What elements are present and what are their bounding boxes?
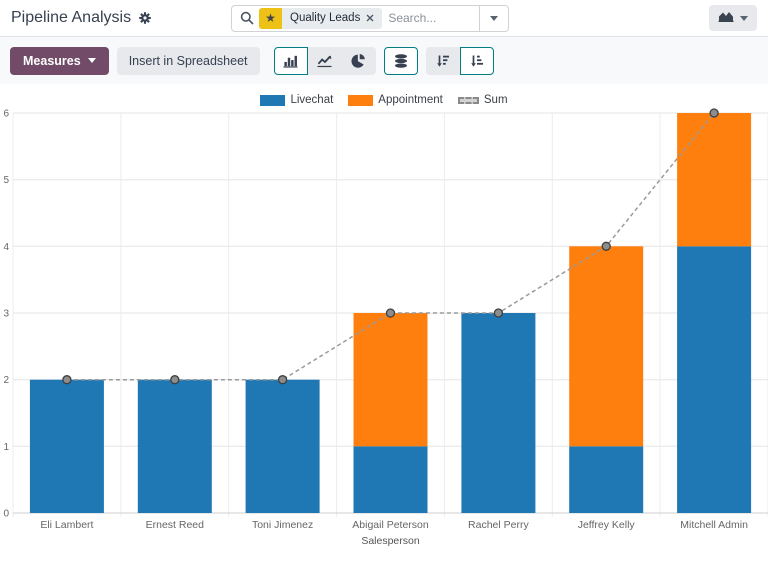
legend-item[interactable]: Appointment (348, 94, 443, 106)
line-chart-button[interactable] (308, 47, 342, 75)
legend-label: Sum (484, 94, 508, 106)
chevron-down-icon (490, 16, 498, 21)
bar-chart-button[interactable] (274, 47, 308, 75)
svg-text:Mitchell Admin: Mitchell Admin (680, 519, 748, 531)
legend-item[interactable]: Livechat (260, 94, 333, 106)
insert-in-spreadsheet-button[interactable]: Insert in Spreadsheet (117, 47, 260, 75)
chart-svg[interactable]: 0 1 2 3 4 5 6 Eli Lambert Ernest Reed Toni Jimene… (0, 108, 768, 564)
stacked-icon (394, 54, 408, 68)
star-icon: ★ (259, 8, 282, 29)
legend-swatch (458, 97, 479, 104)
legend-label: Livechat (290, 94, 333, 106)
pipeline-chart: Livechat Appointment Sum 0 1 2 3 4 5 6 Eli Lamber… (0, 84, 768, 564)
gear-icon[interactable] (138, 11, 152, 25)
chevron-down-icon (88, 58, 96, 63)
stacked-button[interactable] (384, 47, 418, 75)
pie-chart-button[interactable] (342, 47, 376, 75)
svg-text:Abigail Peterson: Abigail Peterson (352, 519, 429, 531)
svg-text:Jeffrey Kelly: Jeffrey Kelly (578, 519, 636, 531)
svg-text:Rachel Perry: Rachel Perry (468, 519, 529, 531)
search-bar[interactable]: ★ Quality Leads (231, 5, 509, 32)
area-chart-icon (718, 9, 734, 27)
control-panel-header: Pipeline Analysis ★ Q (0, 0, 768, 37)
svg-text:0: 0 (3, 509, 9, 520)
chart-type-group (274, 47, 376, 75)
search-facet-favorite[interactable]: ★ Quality Leads (259, 8, 382, 29)
search-input[interactable] (388, 11, 479, 25)
page-title: Pipeline Analysis (11, 9, 131, 27)
sort-ascending-button[interactable] (460, 47, 494, 75)
svg-text:4: 4 (3, 242, 9, 253)
svg-text:Toni Jimenez: Toni Jimenez (252, 519, 313, 531)
sort-descending-button[interactable] (426, 47, 460, 75)
svg-text:Ernest Reed: Ernest Reed (146, 519, 205, 531)
legend-swatch (348, 95, 373, 106)
view-switcher-button[interactable] (709, 5, 757, 31)
svg-text:6: 6 (3, 109, 9, 120)
legend-swatch (260, 95, 285, 106)
sort-descending-icon (436, 54, 450, 68)
search-dropdown-toggle[interactable] (479, 6, 508, 31)
sort-ascending-icon (470, 54, 484, 68)
legend-item[interactable]: Sum (458, 94, 508, 106)
measures-button[interactable]: Measures (10, 47, 109, 75)
bar-chart-icon (283, 54, 298, 68)
measures-label: Measures (23, 54, 81, 68)
sort-group (426, 47, 494, 75)
facet-label: Quality Leads (290, 12, 360, 24)
chevron-down-icon (740, 16, 748, 21)
svg-text:2: 2 (3, 375, 9, 386)
line-chart-icon (317, 54, 332, 68)
legend-label: Appointment (378, 94, 443, 106)
svg-text:5: 5 (3, 175, 9, 186)
search-icon (240, 11, 254, 25)
pie-chart-icon (351, 53, 366, 68)
svg-text:3: 3 (3, 309, 9, 320)
svg-text:Eli Lambert: Eli Lambert (40, 519, 93, 531)
svg-text:1: 1 (3, 442, 9, 453)
svg-text:Salesperson: Salesperson (361, 535, 420, 547)
chart-legend: Livechat Appointment Sum (0, 84, 768, 108)
facet-remove-icon[interactable] (366, 14, 374, 22)
graph-toolbar: Measures Insert in Spreadsheet (0, 37, 768, 84)
